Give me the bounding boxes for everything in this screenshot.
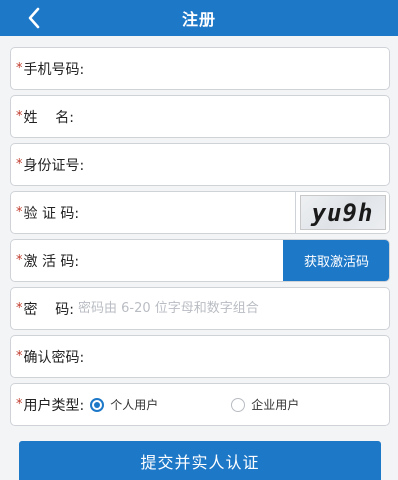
password-label: * 密 码:	[11, 288, 74, 329]
required-mark: *	[16, 157, 23, 172]
phone-input[interactable]	[84, 48, 389, 89]
submit-button[interactable]: 提交并实人认证	[19, 441, 381, 480]
radio-label-enterprise: 企业用户	[251, 398, 300, 412]
user-type-label-text: 用户类型:	[23, 397, 85, 414]
phone-label: * 手机号码:	[11, 48, 84, 89]
id-number-input[interactable]	[84, 144, 389, 185]
captcha-row: * 验 证 码: yu9h	[10, 191, 390, 234]
required-mark: *	[16, 349, 23, 364]
name-label: * 姓 名:	[11, 96, 74, 137]
confirm-password-label: * 确认密码:	[11, 336, 84, 377]
confirm-password-input[interactable]	[84, 336, 389, 377]
required-mark: *	[16, 253, 23, 268]
required-mark: *	[16, 205, 23, 220]
radio-option-enterprise[interactable]: 企业用户	[231, 396, 299, 413]
required-mark: *	[16, 61, 23, 76]
id-number-label: * 身份证号:	[11, 144, 84, 185]
name-input[interactable]	[74, 96, 389, 137]
phone-label-text: 手机号码:	[23, 61, 85, 78]
radio-option-personal[interactable]: 个人用户	[90, 396, 158, 413]
user-type-radio-group: 个人用户 企业用户	[84, 384, 299, 425]
page-title: 注册	[181, 10, 216, 29]
activation-label: * 激 活 码:	[11, 240, 79, 281]
id-number-label-text: 身份证号:	[23, 157, 85, 174]
required-mark: *	[16, 301, 23, 316]
user-type-row: * 用户类型: 个人用户 企业用户	[10, 383, 390, 426]
back-button[interactable]	[22, 4, 46, 32]
captcha-label-text: 验 证 码:	[23, 205, 80, 222]
name-row: * 姓 名:	[10, 95, 390, 138]
password-input[interactable]	[74, 288, 389, 329]
required-mark: *	[16, 109, 23, 124]
chevron-left-icon	[28, 7, 40, 29]
app-header: 注册	[0, 0, 398, 36]
radio-button-checked[interactable]	[90, 397, 105, 412]
confirm-password-row: * 确认密码:	[10, 335, 390, 378]
radio-label-personal: 个人用户	[110, 398, 159, 412]
required-mark: *	[16, 397, 23, 412]
captcha-text: yu9h	[299, 195, 386, 230]
phone-row: * 手机号码:	[10, 47, 390, 90]
password-label-text: 密 码:	[23, 301, 75, 318]
captcha-input[interactable]	[79, 192, 295, 233]
captcha-image[interactable]: yu9h	[295, 192, 389, 233]
activation-label-text: 激 活 码:	[23, 253, 80, 270]
id-number-row: * 身份证号:	[10, 143, 390, 186]
user-type-label: * 用户类型:	[11, 384, 84, 425]
confirm-password-label-text: 确认密码:	[23, 349, 85, 366]
name-label-text: 姓 名:	[23, 109, 75, 126]
activation-row: * 激 活 码: 获取激活码	[10, 239, 390, 282]
activation-input[interactable]	[79, 240, 283, 281]
captcha-label: * 验 证 码:	[11, 192, 79, 233]
radio-button-unchecked[interactable]	[231, 397, 246, 412]
get-activation-code-button[interactable]: 获取激活码	[283, 240, 389, 281]
password-row: * 密 码:	[10, 287, 390, 330]
